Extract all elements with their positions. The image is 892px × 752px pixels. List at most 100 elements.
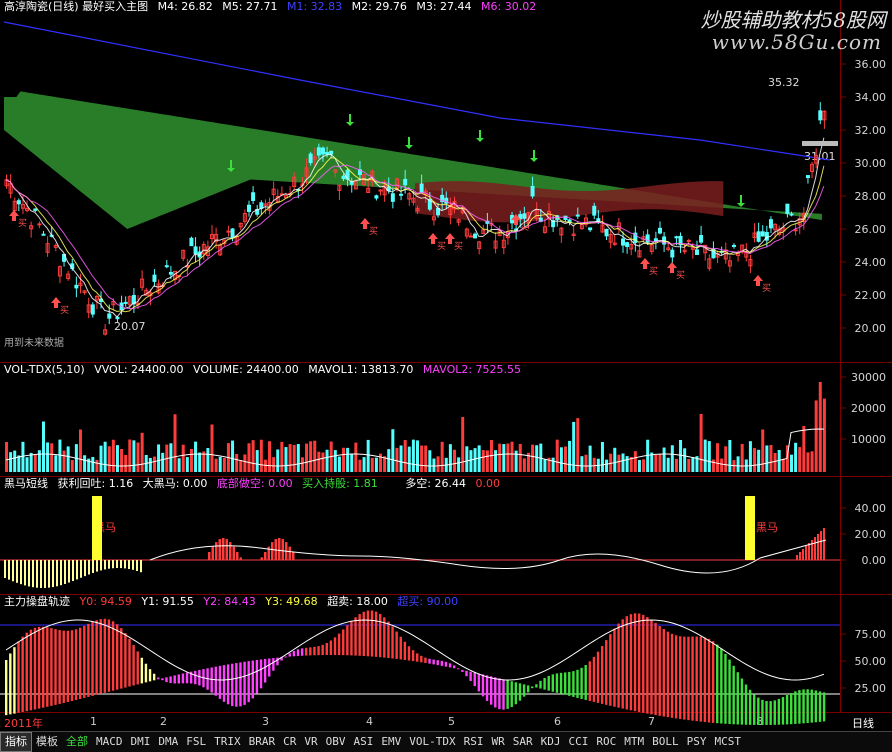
red-bar: [799, 552, 801, 560]
ind2-bar: [506, 680, 509, 709]
tab-vol-tdx[interactable]: VOL-TDX: [405, 732, 459, 752]
ind2-bar: [687, 636, 690, 721]
tab-emv[interactable]: EMV: [377, 732, 405, 752]
ind2-bar: [666, 631, 670, 718]
volume-bar: [70, 460, 74, 472]
ind2-bar: [469, 671, 472, 682]
candle-body: [760, 231, 765, 237]
tab-macd[interactable]: MACD: [92, 732, 127, 752]
tab-全部[interactable]: 全部: [62, 732, 92, 752]
tab-sar[interactable]: SAR: [509, 732, 537, 752]
volume-bar: [440, 441, 444, 472]
tab-mcst[interactable]: MCST: [710, 732, 745, 752]
yellow-bar: [4, 560, 6, 578]
volume-bar: [325, 449, 329, 472]
ind2-bar: [29, 629, 33, 711]
ind2-bar: [436, 660, 439, 666]
volume-bar: [284, 447, 288, 472]
volume-bar: [683, 448, 687, 472]
tab-fsl[interactable]: FSL: [182, 732, 210, 752]
ind2-bar: [177, 674, 181, 684]
ind2-bar: [83, 625, 86, 698]
volume-bar: [798, 447, 802, 472]
candle-body: [193, 246, 198, 255]
ind2-bar: [609, 634, 612, 706]
volume-bar: [716, 443, 720, 472]
yellow-bar: [44, 560, 46, 588]
volume-bar: [103, 441, 107, 472]
volume-bar: [95, 459, 99, 472]
tab-asi[interactable]: ASI: [350, 732, 378, 752]
candle-body: [657, 227, 662, 234]
tab-dma[interactable]: DMA: [154, 732, 182, 752]
ind2-bar: [822, 692, 826, 722]
tab-kdj[interactable]: KDJ: [537, 732, 565, 752]
yellow-bar: [96, 560, 98, 572]
tab-boll[interactable]: BOLL: [648, 732, 683, 752]
volume-bar: [124, 454, 128, 472]
volume-bar: [432, 458, 436, 472]
ind2-bar: [58, 630, 61, 704]
ind2-bar: [259, 659, 263, 689]
yellow-bar: [52, 560, 54, 588]
ind2-bar: [120, 628, 123, 689]
red-bar: [814, 537, 816, 560]
tab-mtm[interactable]: MTM: [620, 732, 648, 752]
ind2-bar: [313, 646, 316, 656]
volume-bar: [342, 447, 346, 472]
volume-bar: [231, 440, 235, 472]
volume-bar: [633, 451, 637, 472]
ind2-bar: [568, 671, 571, 696]
volume-bar: [399, 445, 403, 472]
tab-vr[interactable]: VR: [300, 732, 321, 752]
red-bar: [805, 546, 807, 560]
candle-body: [230, 228, 235, 239]
volume-bar: [535, 445, 539, 472]
ind2-bar: [773, 700, 776, 725]
ind2-bar: [362, 611, 365, 656]
volume-bar: [128, 439, 132, 472]
volume-bar: [272, 457, 276, 472]
tab-dmi[interactable]: DMI: [127, 732, 155, 752]
volume-bar: [543, 459, 547, 472]
ind2-bar: [173, 675, 176, 684]
ind2-bar: [214, 666, 218, 696]
tab-obv[interactable]: OBV: [322, 732, 350, 752]
tab-brar[interactable]: BRAR: [245, 732, 280, 752]
volume-bar: [107, 446, 111, 472]
ind2-bar: [263, 658, 267, 683]
price-tick: 22.00: [855, 289, 887, 302]
yellow-bar: [140, 560, 142, 573]
volume-bar: [17, 455, 21, 472]
candle-body: [374, 195, 379, 199]
ind2-bar: [25, 632, 28, 712]
tab-指标[interactable]: 指标: [0, 732, 32, 752]
tab-模板[interactable]: 模板: [32, 732, 62, 752]
tab-cr[interactable]: CR: [279, 732, 300, 752]
volume-bar: [416, 440, 419, 472]
volume-bar: [403, 440, 407, 472]
red-bar: [823, 528, 825, 560]
volume-bar: [794, 442, 798, 472]
tab-psy[interactable]: PSY: [683, 732, 711, 752]
candle-body: [152, 274, 157, 282]
candle-body: [226, 230, 231, 233]
yellow-bar: [88, 560, 90, 575]
ind2-bar: [531, 686, 534, 689]
candle-body: [793, 229, 798, 232]
volume-bar: [687, 458, 691, 472]
tab-roc[interactable]: ROC: [592, 732, 620, 752]
tab-cci[interactable]: CCI: [564, 732, 592, 752]
volume-bar: [691, 457, 695, 472]
tab-rsi[interactable]: RSI: [460, 732, 488, 752]
ind2-bar: [814, 690, 818, 723]
ind2-bar: [292, 650, 296, 657]
ind2-bar: [518, 683, 522, 701]
tab-wr[interactable]: WR: [487, 732, 508, 752]
tab-trix[interactable]: TRIX: [210, 732, 245, 752]
candle-body: [246, 204, 251, 213]
volume-bar: [333, 450, 337, 472]
yellow-bar: [92, 560, 94, 573]
red-bar: [292, 552, 295, 560]
volume-bar: [132, 440, 136, 472]
